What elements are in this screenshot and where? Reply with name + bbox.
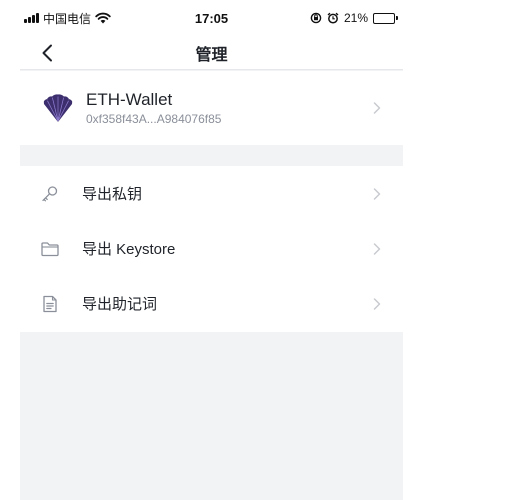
export-mnemonic-item[interactable]: 导出助记词 <box>20 276 403 331</box>
navigation-bar: 管理 <box>20 36 403 70</box>
wallet-logo-icon <box>40 90 76 126</box>
chevron-right-icon <box>373 297 381 310</box>
cellular-signal-icon <box>24 13 39 23</box>
wallet-card[interactable]: ETH-Wallet 0xf358f43A...A984076f85 <box>20 71 403 145</box>
chevron-right-icon <box>373 102 381 114</box>
alarm-icon <box>327 12 339 24</box>
wallet-info: ETH-Wallet 0xf358f43A...A984076f85 <box>86 90 221 126</box>
wallet-name: ETH-Wallet <box>86 90 173 109</box>
page-title: 管理 <box>195 46 228 64</box>
battery-percent: 21% <box>343 11 368 25</box>
orientation-lock-icon <box>310 12 322 24</box>
chevron-left-icon <box>42 44 52 62</box>
status-bar: 中国电信 17:05 21% <box>20 0 403 36</box>
export-menu: 导出私钥 导出 Keystore 导出助记词 <box>20 166 403 332</box>
chevron-right-icon <box>373 187 381 200</box>
export-keystore-item[interactable]: 导出 Keystore <box>20 221 403 276</box>
wifi-icon <box>95 12 111 24</box>
status-left: 中国电信 <box>24 10 111 27</box>
battery-icon <box>373 12 398 24</box>
chevron-right-icon <box>373 242 381 255</box>
key-icon <box>41 185 59 203</box>
menu-item-label: 导出私钥 <box>82 186 143 203</box>
status-right: 21% <box>310 11 398 25</box>
menu-item-label: 导出助记词 <box>82 296 158 313</box>
menu-item-label: 导出 Keystore <box>82 241 176 258</box>
document-icon <box>41 295 59 313</box>
carrier-name: 中国电信 <box>43 11 92 26</box>
folder-icon <box>41 240 59 258</box>
phone-screen: 中国电信 17:05 21% 管理 ETH-Wallet 0xf358f43A.… <box>20 0 403 500</box>
wallet-address: 0xf358f43A...A984076f85 <box>86 112 222 126</box>
back-button[interactable] <box>34 40 60 66</box>
export-private-key-item[interactable]: 导出私钥 <box>20 166 403 221</box>
